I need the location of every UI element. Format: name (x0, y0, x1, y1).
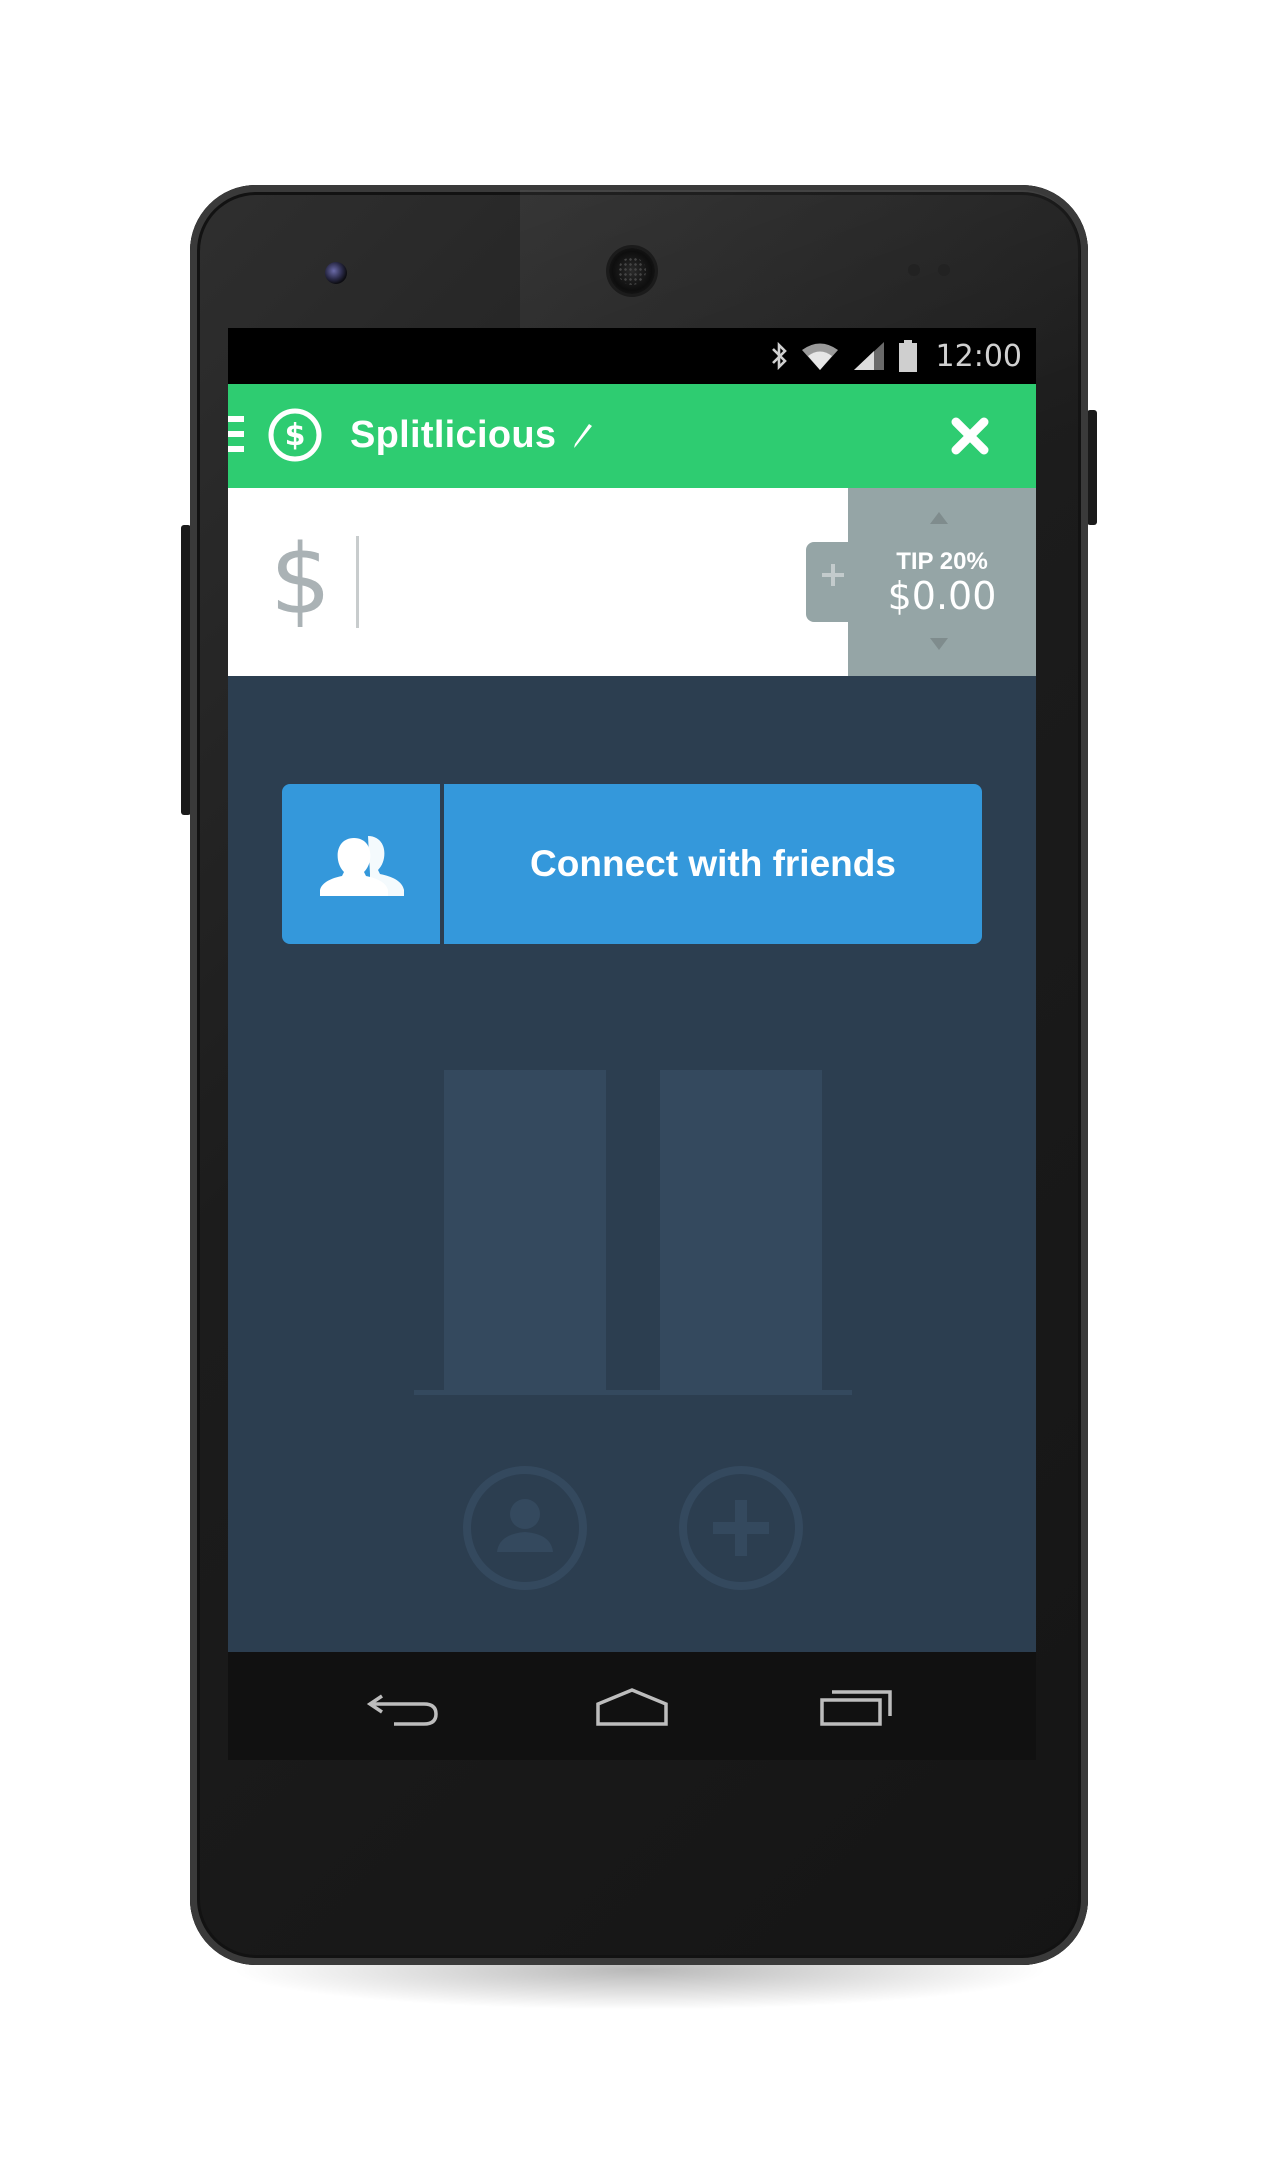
app-title[interactable]: Splitlicious (350, 414, 556, 457)
menu-icon[interactable] (228, 416, 244, 456)
amount-input[interactable] (368, 528, 792, 630)
dollar-circle-icon: $ (268, 408, 322, 462)
amount-entry: $ TIP 20% $0.00 (228, 488, 1036, 676)
signal-icon (853, 342, 884, 370)
app-bar: $ Splitlicious (228, 384, 1036, 488)
tip-amount: $0.00 (887, 574, 997, 618)
screen: 12:00 $ Splitlicious $ TIP 20% $0.00 Con… (228, 328, 1036, 1760)
currency-symbol: $ (270, 524, 332, 636)
tip-label: TIP 20% (896, 548, 988, 575)
wifi-icon (801, 343, 838, 370)
earpiece-speaker (609, 248, 655, 294)
plus-icon[interactable] (820, 562, 846, 588)
connect-with-friends-button[interactable]: Connect with friends (282, 784, 982, 944)
arrow-up-icon[interactable] (930, 512, 948, 524)
home-icon[interactable] (592, 1682, 672, 1732)
light-sensor (938, 264, 950, 276)
svg-text:$: $ (285, 418, 306, 453)
battery-icon (898, 340, 917, 372)
proximity-sensor (908, 264, 920, 276)
text-cursor (356, 536, 359, 628)
bluetooth-icon (771, 341, 787, 371)
placeholder-column-left (444, 1070, 606, 1390)
system-nav-bar (228, 1652, 1036, 1760)
pencil-icon[interactable] (570, 418, 596, 450)
status-time: 12:00 (935, 338, 1022, 374)
front-camera (325, 262, 347, 284)
back-icon[interactable] (364, 1682, 444, 1732)
connect-label: Connect with friends (530, 843, 896, 884)
recents-icon[interactable] (816, 1682, 896, 1732)
status-bar: 12:00 (228, 328, 1036, 384)
arrow-down-icon[interactable] (930, 638, 948, 650)
main-content: Connect with friends (228, 676, 1036, 1652)
power-button (1087, 410, 1097, 525)
friends-icon (320, 836, 404, 896)
person-circle-icon[interactable] (461, 1464, 589, 1592)
tip-panel[interactable]: TIP 20% $0.00 (806, 488, 1036, 676)
placeholder-column-right (660, 1070, 822, 1390)
placeholder-baseline (414, 1390, 852, 1395)
plus-circle-icon[interactable] (677, 1464, 805, 1592)
close-icon[interactable] (950, 416, 990, 456)
